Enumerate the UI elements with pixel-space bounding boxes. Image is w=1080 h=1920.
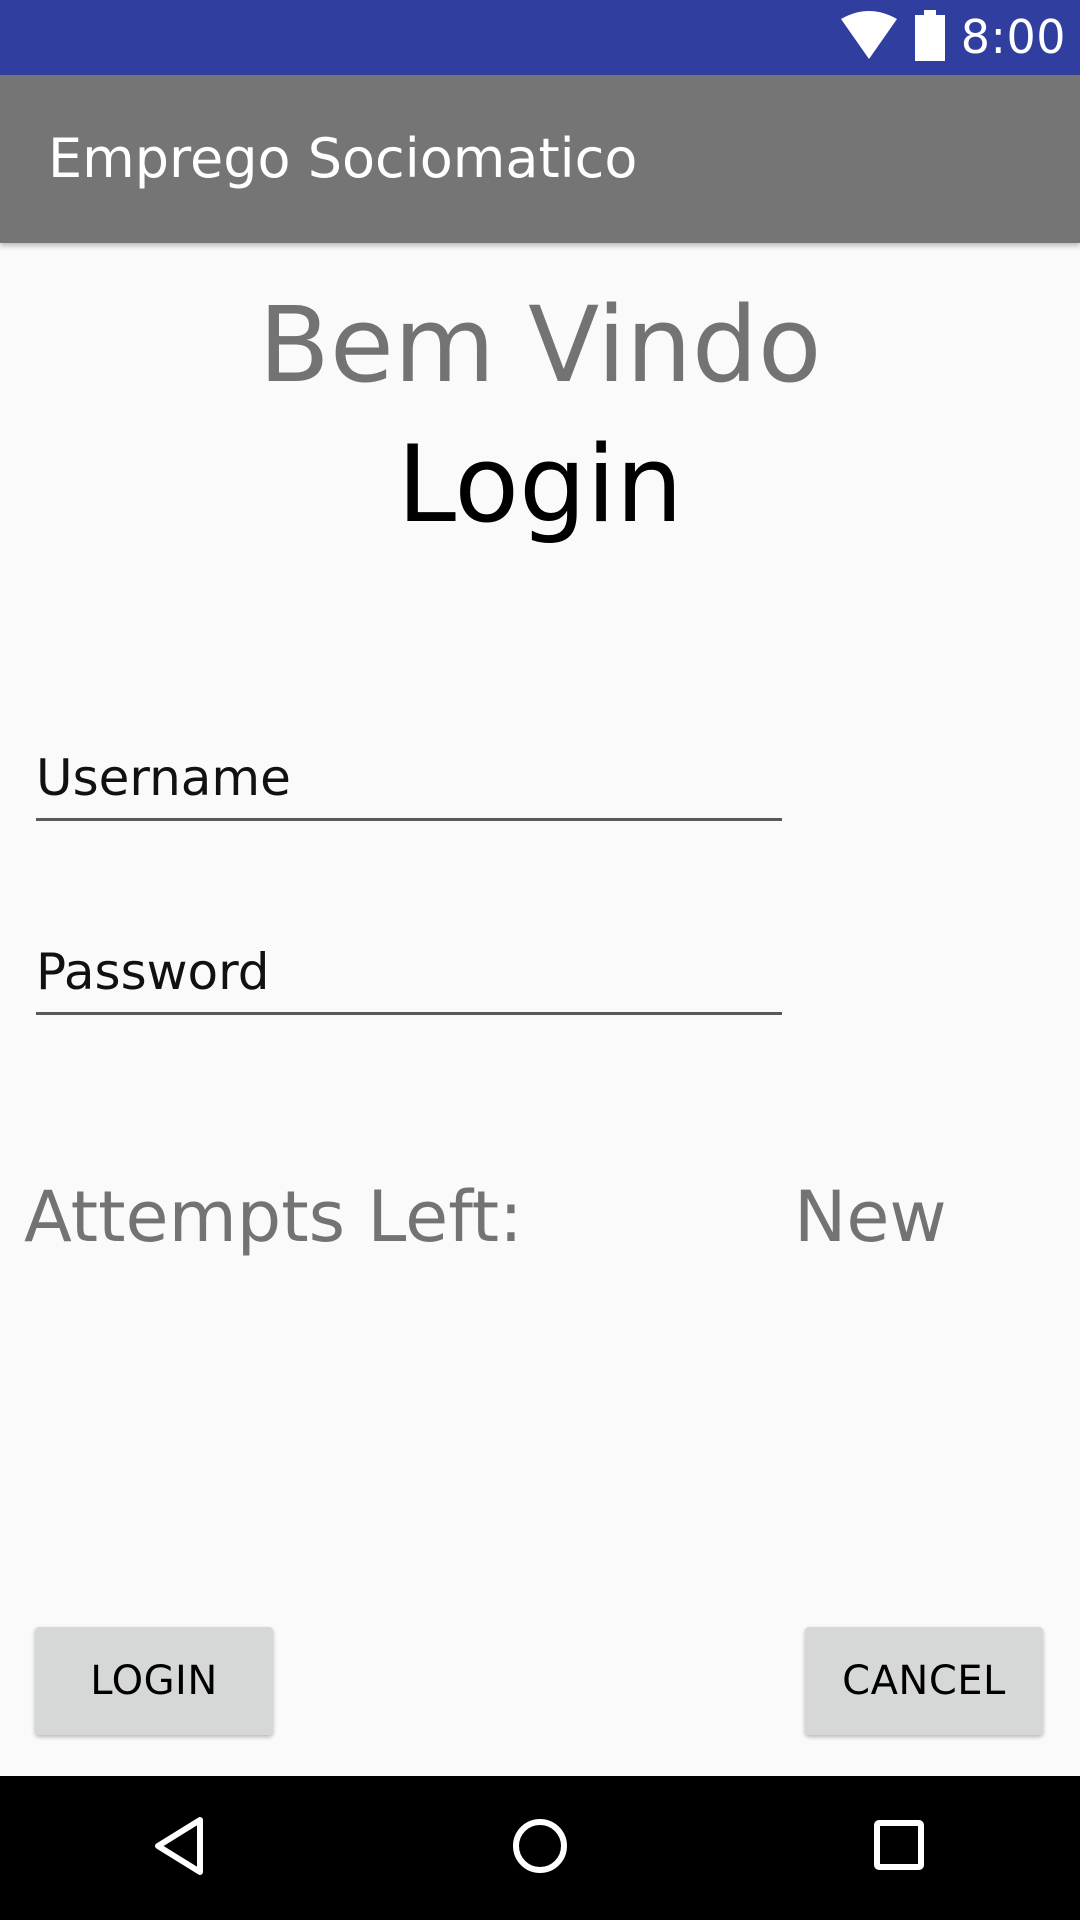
- login-button[interactable]: LOGIN: [35, 1627, 273, 1735]
- status-bar: 8:00: [0, 0, 1080, 75]
- recents-icon: [872, 1818, 928, 1878]
- username-field: [36, 738, 782, 821]
- password-field: [36, 932, 782, 1015]
- wifi-icon: [839, 10, 899, 65]
- battery-icon: [913, 9, 947, 66]
- navigation-bar: [0, 1776, 1080, 1920]
- username-input[interactable]: [36, 738, 782, 818]
- welcome-text: Bem Vindo: [258, 284, 822, 406]
- status-time: 8:00: [960, 10, 1066, 64]
- app-bar: Emprego Sociomatico: [0, 75, 1080, 243]
- recents-button[interactable]: [830, 1776, 970, 1920]
- home-icon: [510, 1816, 570, 1880]
- back-button[interactable]: [110, 1776, 250, 1920]
- home-button[interactable]: [470, 1776, 610, 1920]
- back-icon: [150, 1814, 210, 1882]
- cancel-button[interactable]: CANCEL: [805, 1627, 1043, 1735]
- status-icons: 8:00: [839, 0, 1066, 75]
- login-heading: Login: [397, 423, 683, 546]
- app-title: Emprego Sociomatico: [48, 127, 638, 190]
- attempts-value: New: [794, 1176, 947, 1258]
- password-input[interactable]: [36, 932, 782, 1012]
- attempts-label: Attempts Left:: [24, 1176, 523, 1258]
